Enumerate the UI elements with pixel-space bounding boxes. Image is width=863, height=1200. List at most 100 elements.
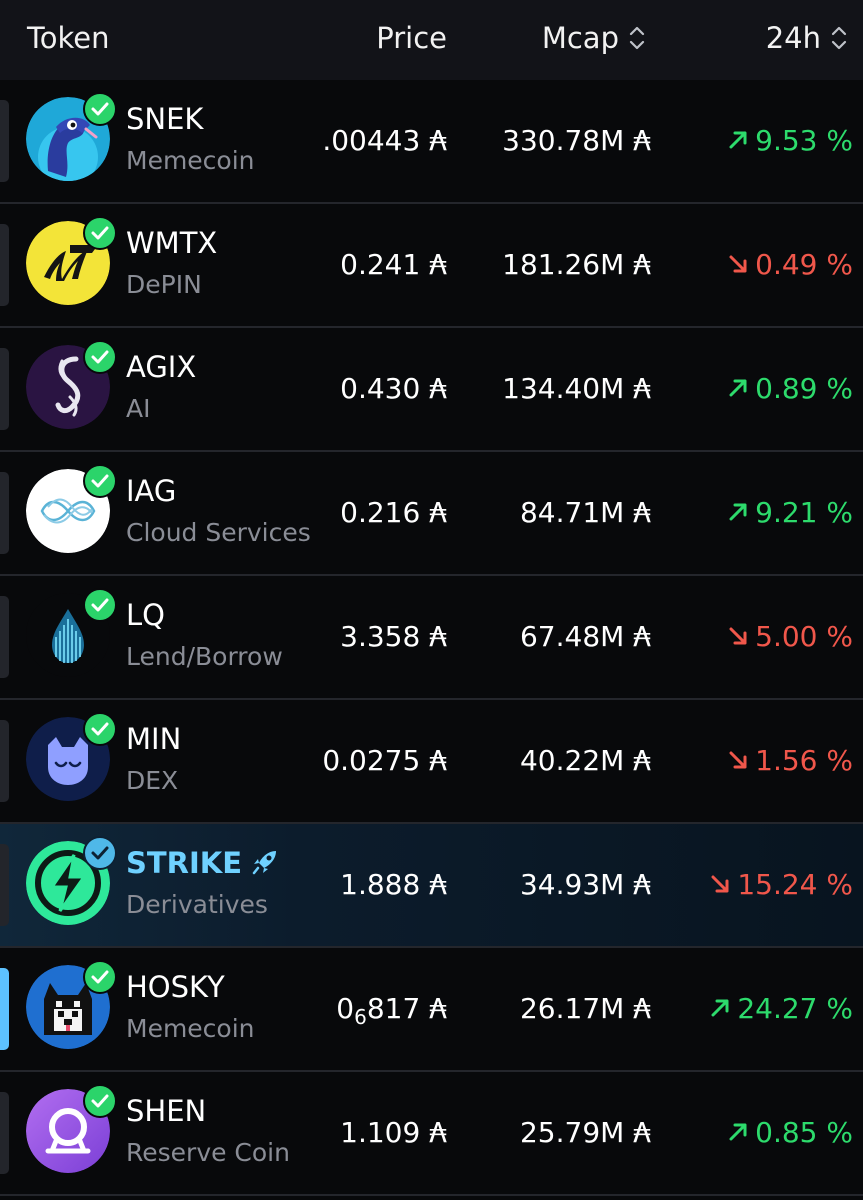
verified-check-icon [83, 216, 117, 250]
sort-toggle-icon[interactable] [627, 23, 647, 53]
token-price: 0.216 ₳ [340, 496, 447, 529]
trend-down-icon [709, 873, 731, 895]
token-mcap: 40.22M ₳ [519, 744, 651, 777]
token-change: 0.49 % [727, 246, 853, 284]
row-rail [0, 844, 9, 926]
token-price: 0.0275 ₳ [322, 744, 447, 777]
row-rail-active [0, 968, 9, 1050]
token-price: 1.888 ₳ [340, 868, 447, 901]
mcap-header-label: Mcap [541, 21, 619, 55]
verified-check-icon [83, 340, 117, 374]
price-rest: 817 ₳ [366, 992, 447, 1025]
token-category: Cloud Services [126, 518, 311, 547]
verified-check-icon [83, 712, 117, 746]
token-row-iag[interactable]: IAG Cloud Services 0.216 ₳ 84.71M ₳ 9.21… [0, 452, 863, 576]
token-change: 24.27 % [709, 990, 853, 1028]
token-mcap: 84.71M ₳ [519, 496, 651, 529]
change-value: 0.85 % [755, 1116, 853, 1149]
token-row-min[interactable]: MIN DEX 0.0275 ₳ 40.22M ₳ 1.56 % [0, 700, 863, 824]
verified-check-icon [83, 836, 117, 870]
token-mcap: 181.26M ₳ [502, 248, 651, 281]
token-price: 3.358 ₳ [340, 620, 447, 653]
trend-down-icon [727, 625, 749, 647]
trend-up-icon [727, 129, 749, 151]
token-change: 0.89 % [727, 370, 853, 408]
row-rail [0, 224, 9, 306]
token-mcap: 134.40M ₳ [502, 372, 651, 405]
token-mcap: 67.48M ₳ [519, 620, 651, 653]
trend-up-icon [727, 377, 749, 399]
token-change: 1.56 % [727, 742, 853, 780]
token-price: 0.241 ₳ [340, 248, 447, 281]
token-category: Derivatives [126, 890, 268, 919]
token-mcap: 25.79M ₳ [519, 1116, 651, 1149]
token-row-hosky[interactable]: HOSKY Memecoin 06817 ₳ 26.17M ₳ 24.27 % [0, 948, 863, 1072]
change-value: 15.24 % [737, 868, 853, 901]
sort-toggle-icon[interactable] [829, 23, 849, 53]
token-price: 1.109 ₳ [340, 1116, 447, 1149]
row-rail [0, 472, 9, 554]
token-row-lq[interactable]: LQ Lend/Borrow 3.358 ₳ 67.48M ₳ 5.00 % [0, 576, 863, 700]
verified-check-icon [83, 1084, 117, 1118]
token-row-wmtx[interactable]: WMTX DePIN 0.241 ₳ 181.26M ₳ 0.49 % [0, 204, 863, 328]
token-row-strike[interactable]: STRIKE Derivatives 1.888 ₳ 34.93M ₳ 15.2… [0, 824, 863, 948]
column-header-mcap[interactable]: Mcap [542, 16, 647, 60]
trend-up-icon [727, 1121, 749, 1143]
change-value: 5.00 % [755, 620, 853, 653]
token-list: SNEK Memecoin .00443 ₳ 330.78M ₳ 9.53 % … [0, 80, 863, 1196]
token-row-shen[interactable]: SHEN Reserve Coin 1.109 ₳ 25.79M ₳ 0.85 … [0, 1072, 863, 1196]
token-symbol-text: STRIKE [126, 846, 243, 880]
token-symbol: WMTX [126, 226, 218, 260]
column-header-24h[interactable]: 24h [766, 16, 849, 60]
token-price: 06817 ₳ [336, 990, 447, 1030]
trend-up-icon [709, 997, 731, 1019]
trend-down-icon [727, 253, 749, 275]
change-value: 9.21 % [755, 496, 853, 529]
token-mcap: 34.93M ₳ [519, 868, 651, 901]
change-value: 9.53 % [755, 124, 853, 157]
trend-up-icon [727, 501, 749, 523]
change-value: 24.27 % [737, 992, 853, 1025]
token-category: Memecoin [126, 1014, 255, 1043]
table-header: Token Price Mcap 24h [0, 0, 863, 80]
token-mcap: 26.17M ₳ [519, 992, 651, 1025]
row-rail [0, 720, 9, 802]
token-category: Lend/Borrow [126, 642, 283, 671]
change-header-label: 24h [765, 21, 821, 55]
token-symbol: STRIKE [126, 844, 280, 882]
column-header-token: Token [27, 21, 110, 55]
token-category: DePIN [126, 270, 202, 299]
token-change: 9.53 % [727, 122, 853, 160]
row-rail [0, 596, 9, 678]
rocket-icon [250, 847, 280, 877]
row-rail [0, 100, 9, 182]
token-row-agix[interactable]: AGIX AI 0.430 ₳ 134.40M ₳ 0.89 % [0, 328, 863, 452]
token-symbol: IAG [126, 474, 177, 508]
token-change: 9.21 % [727, 494, 853, 532]
column-header-price[interactable]: Price [376, 16, 447, 60]
token-category: AI [126, 394, 151, 423]
price-zero-count: 6 [354, 1005, 367, 1029]
token-symbol: LQ [126, 598, 165, 632]
token-change: 15.24 % [709, 866, 853, 904]
token-change: 0.85 % [727, 1114, 853, 1152]
row-rail [0, 1092, 9, 1174]
row-rail [0, 348, 9, 430]
price-prefix: 0 [336, 992, 355, 1025]
token-row-snek[interactable]: SNEK Memecoin .00443 ₳ 330.78M ₳ 9.53 % [0, 80, 863, 204]
verified-check-icon [83, 92, 117, 126]
token-symbol: HOSKY [126, 970, 225, 1004]
verified-check-icon [83, 464, 117, 498]
token-symbol: SNEK [126, 102, 204, 136]
token-mcap: 330.78M ₳ [502, 124, 651, 157]
token-price: 0.430 ₳ [340, 372, 447, 405]
token-price: .00443 ₳ [322, 124, 447, 157]
change-value: 1.56 % [755, 744, 853, 777]
change-value: 0.49 % [755, 248, 853, 281]
token-change: 5.00 % [727, 618, 853, 656]
change-value: 0.89 % [755, 372, 853, 405]
token-category: Memecoin [126, 146, 255, 175]
trend-down-icon [727, 749, 749, 771]
verified-check-icon [83, 960, 117, 994]
token-symbol: SHEN [126, 1094, 207, 1128]
